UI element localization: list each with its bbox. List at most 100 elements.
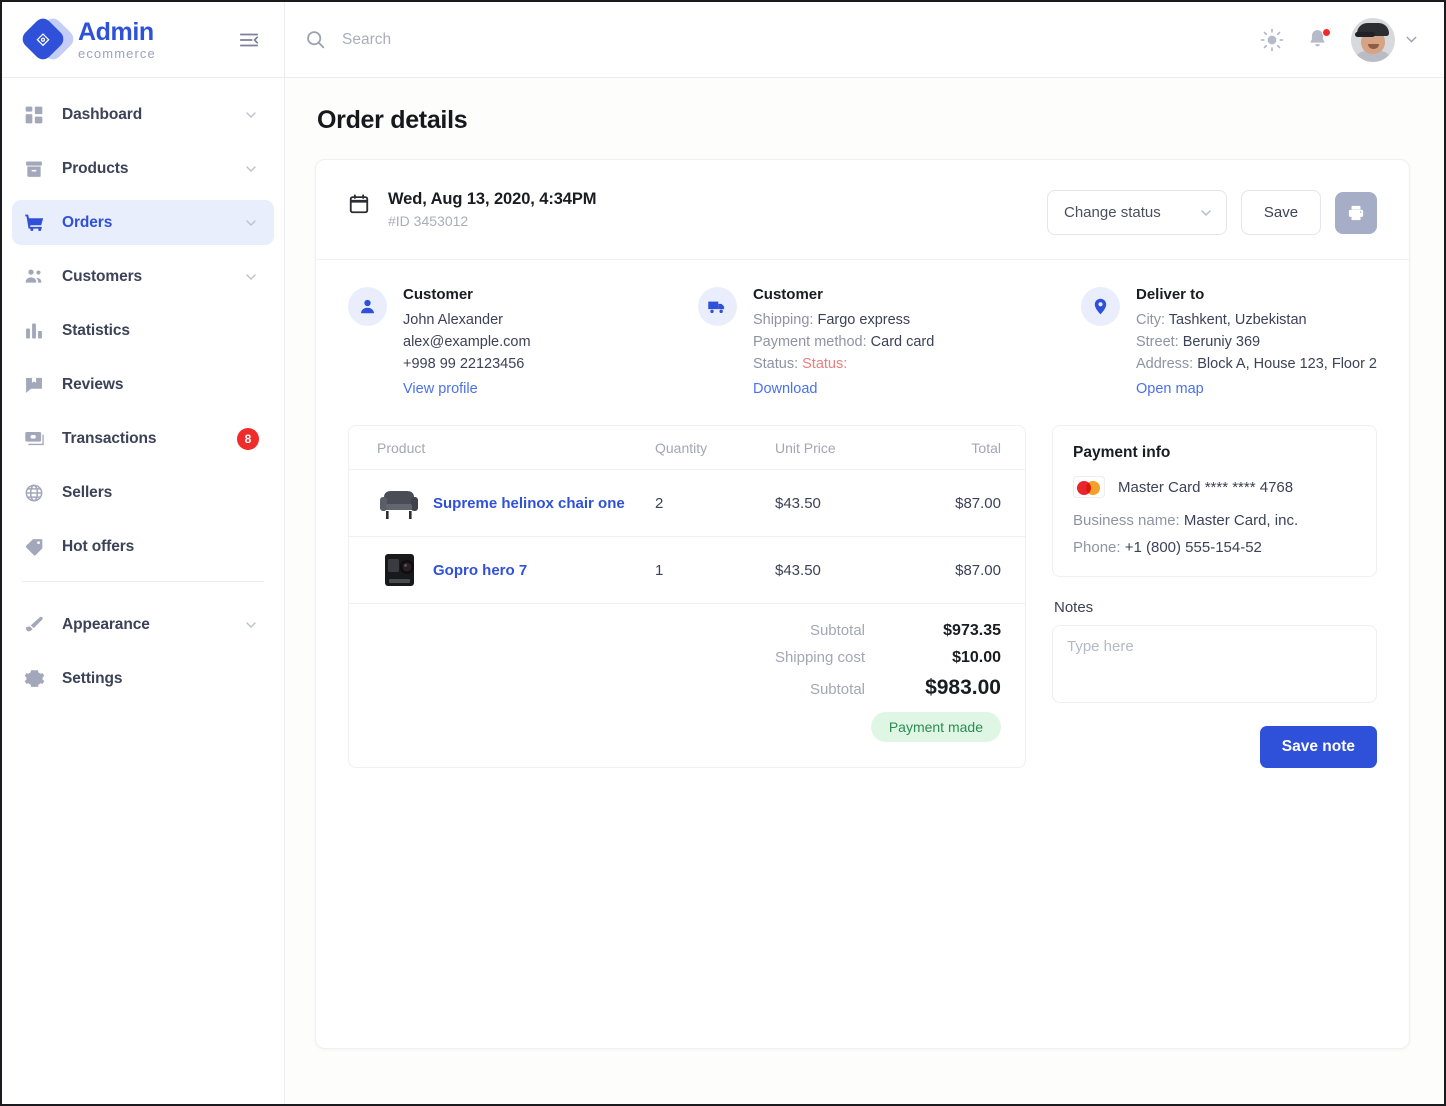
address-line: Address: Block A, House 123, Floor 2: [1136, 353, 1377, 375]
sidebar-item-dashboard[interactable]: Dashboard: [12, 92, 274, 137]
sidebar-item-label: Settings: [62, 669, 123, 687]
sidebar-item-customers[interactable]: Customers: [12, 254, 274, 299]
sidebar-item-hot-offers[interactable]: Hot offers: [12, 524, 274, 569]
payment-badge-row: Payment made: [349, 712, 1001, 742]
shipping-cost-label: Shipping cost: [774, 649, 865, 666]
notification-dot: [1322, 28, 1331, 37]
brand-subtitle: ecommerce: [78, 45, 156, 61]
sidebar-item-settings[interactable]: Settings: [12, 656, 274, 701]
product-link[interactable]: Gopro hero 7: [433, 562, 527, 579]
sidebar-item-label: Dashboard: [62, 105, 143, 123]
brush-icon: [24, 615, 50, 635]
save-note-row: Save note: [1052, 726, 1377, 768]
table-row: Supreme helinox chair one 2 $43.50 $87.0…: [349, 469, 1025, 537]
street-value: Beruniy 369: [1182, 334, 1261, 350]
total-cell: $87.00: [905, 469, 1025, 537]
chevron-down-icon: [243, 161, 259, 177]
order-totals: Subtotal $973.35 Shipping cost $10.00 Su…: [349, 604, 1025, 764]
address-key: Address:: [1135, 356, 1194, 372]
order-id: #ID 3453012: [388, 213, 469, 229]
table-row: Gopro hero 7 1 $43.50 $87.00: [349, 536, 1025, 604]
menu-collapse-icon[interactable]: [234, 25, 264, 55]
sidebar-item-reviews[interactable]: Reviews: [12, 362, 274, 407]
business-name-line: Business name: Master Card, inc.: [1073, 512, 1356, 529]
brand-text: Admin ecommerce: [78, 19, 156, 61]
main-area: Order details Wed, Aug 13, 2020, 4:34PM …: [285, 2, 1444, 1104]
printer-icon[interactable]: [1335, 191, 1377, 234]
search-icon: [305, 29, 326, 50]
customer-block: Customer John Alexander alex@example.com…: [348, 286, 698, 397]
save-button[interactable]: Save: [1241, 190, 1321, 235]
payment-info-card: Payment info Master Card **** **** 4768 …: [1052, 425, 1377, 577]
status-badge: Status:: [802, 356, 848, 372]
tag-icon: [24, 537, 50, 557]
location-pin-icon: [1080, 287, 1120, 326]
view-profile-link[interactable]: View profile: [403, 381, 478, 397]
product-link[interactable]: Supreme helinox chair one: [433, 495, 625, 512]
shipping-title: Customer: [752, 286, 823, 303]
sidebar-item-label: Reviews: [62, 375, 124, 393]
gear-icon: [24, 668, 50, 689]
open-map-link[interactable]: Open map: [1136, 381, 1204, 397]
search-input[interactable]: [342, 30, 722, 49]
street-key: Street:: [1135, 334, 1179, 350]
chevron-down-icon: [1198, 205, 1214, 221]
bell-icon[interactable]: [1306, 28, 1331, 51]
payment-info-title: Payment info: [1073, 444, 1171, 461]
deliver-block: Deliver to City: Tashkent, Uzbekistan St…: [1080, 286, 1377, 397]
city-line: City: Tashkent, Uzbekistan: [1136, 309, 1377, 331]
transactions-badge: 8: [237, 427, 259, 450]
quantity-cell: 1: [655, 536, 775, 604]
sidebar-divider: [22, 581, 264, 582]
bar-chart-icon: [24, 321, 50, 341]
armchair-thumbnail: [377, 484, 421, 522]
sidebar-item-products[interactable]: Products: [12, 146, 274, 191]
shipping-cost-value: $10.00: [952, 649, 1001, 666]
payment-made-badge: Payment made: [870, 712, 1001, 742]
sidebar: Admin ecommerce Dashboard Products Order…: [2, 2, 285, 1104]
product-cell: Supreme helinox chair one: [349, 469, 655, 537]
download-link[interactable]: Download: [753, 381, 818, 397]
card-number: Master Card **** **** 4768: [1118, 478, 1294, 496]
bookmark-chat-icon: [24, 375, 50, 395]
save-note-button[interactable]: Save note: [1259, 726, 1377, 768]
sun-icon[interactable]: [1260, 28, 1284, 52]
topbar-actions: [1260, 17, 1420, 62]
payment-method-line: Payment method: Card card: [753, 331, 934, 353]
subtotal-label: Subtotal: [809, 622, 865, 639]
notes-textarea[interactable]: [1052, 625, 1377, 703]
shipping-key: Shipping:: [752, 312, 814, 328]
money-icon: [24, 428, 50, 449]
column-header-product: Product: [349, 426, 655, 470]
column-header-unit-price: Unit Price: [775, 426, 905, 470]
product-cell: Gopro hero 7: [349, 536, 655, 604]
shipping-value: Fargo express: [817, 312, 911, 328]
grand-total-label: Subtotal: [809, 681, 865, 698]
globe-icon: [24, 483, 50, 503]
mastercard-icon: [1073, 476, 1105, 498]
customer-info: Customer John Alexander alex@example.com…: [403, 286, 531, 397]
deliver-title: Deliver to: [1135, 286, 1205, 303]
payment-phone-line: Phone: +1 (800) 555-154-52: [1073, 539, 1356, 556]
sidebar-item-label: Hot offers: [62, 537, 135, 555]
calendar-icon: [348, 193, 370, 215]
payment-phone-key: Phone:: [1073, 539, 1121, 556]
change-status-label: Change status: [1064, 204, 1161, 221]
sidebar-item-orders[interactable]: Orders: [12, 200, 274, 245]
change-status-select[interactable]: Change status: [1047, 190, 1227, 235]
user-menu[interactable]: [1351, 17, 1420, 62]
sidebar-item-appearance[interactable]: Appearance: [12, 602, 274, 647]
order-header: Wed, Aug 13, 2020, 4:34PM #ID 3453012 Ch…: [316, 160, 1409, 260]
address-value: Block A, House 123, Floor 2: [1197, 356, 1377, 372]
order-header-actions: Change status Save: [1047, 190, 1377, 235]
diamond-tag-logo: [18, 14, 78, 65]
customer-name: John Alexander: [403, 312, 503, 328]
business-name-value: Master Card, inc.: [1183, 512, 1299, 529]
order-info-row: Customer John Alexander alex@example.com…: [316, 260, 1409, 403]
sidebar-item-transactions[interactable]: Transactions 8: [12, 416, 274, 461]
order-right-column: Payment info Master Card **** **** 4768 …: [1052, 425, 1377, 768]
sidebar-item-sellers[interactable]: Sellers: [12, 470, 274, 515]
subtotal-value: $973.35: [943, 622, 1001, 639]
page-title: Order details: [317, 106, 468, 134]
sidebar-item-statistics[interactable]: Statistics: [12, 308, 274, 353]
